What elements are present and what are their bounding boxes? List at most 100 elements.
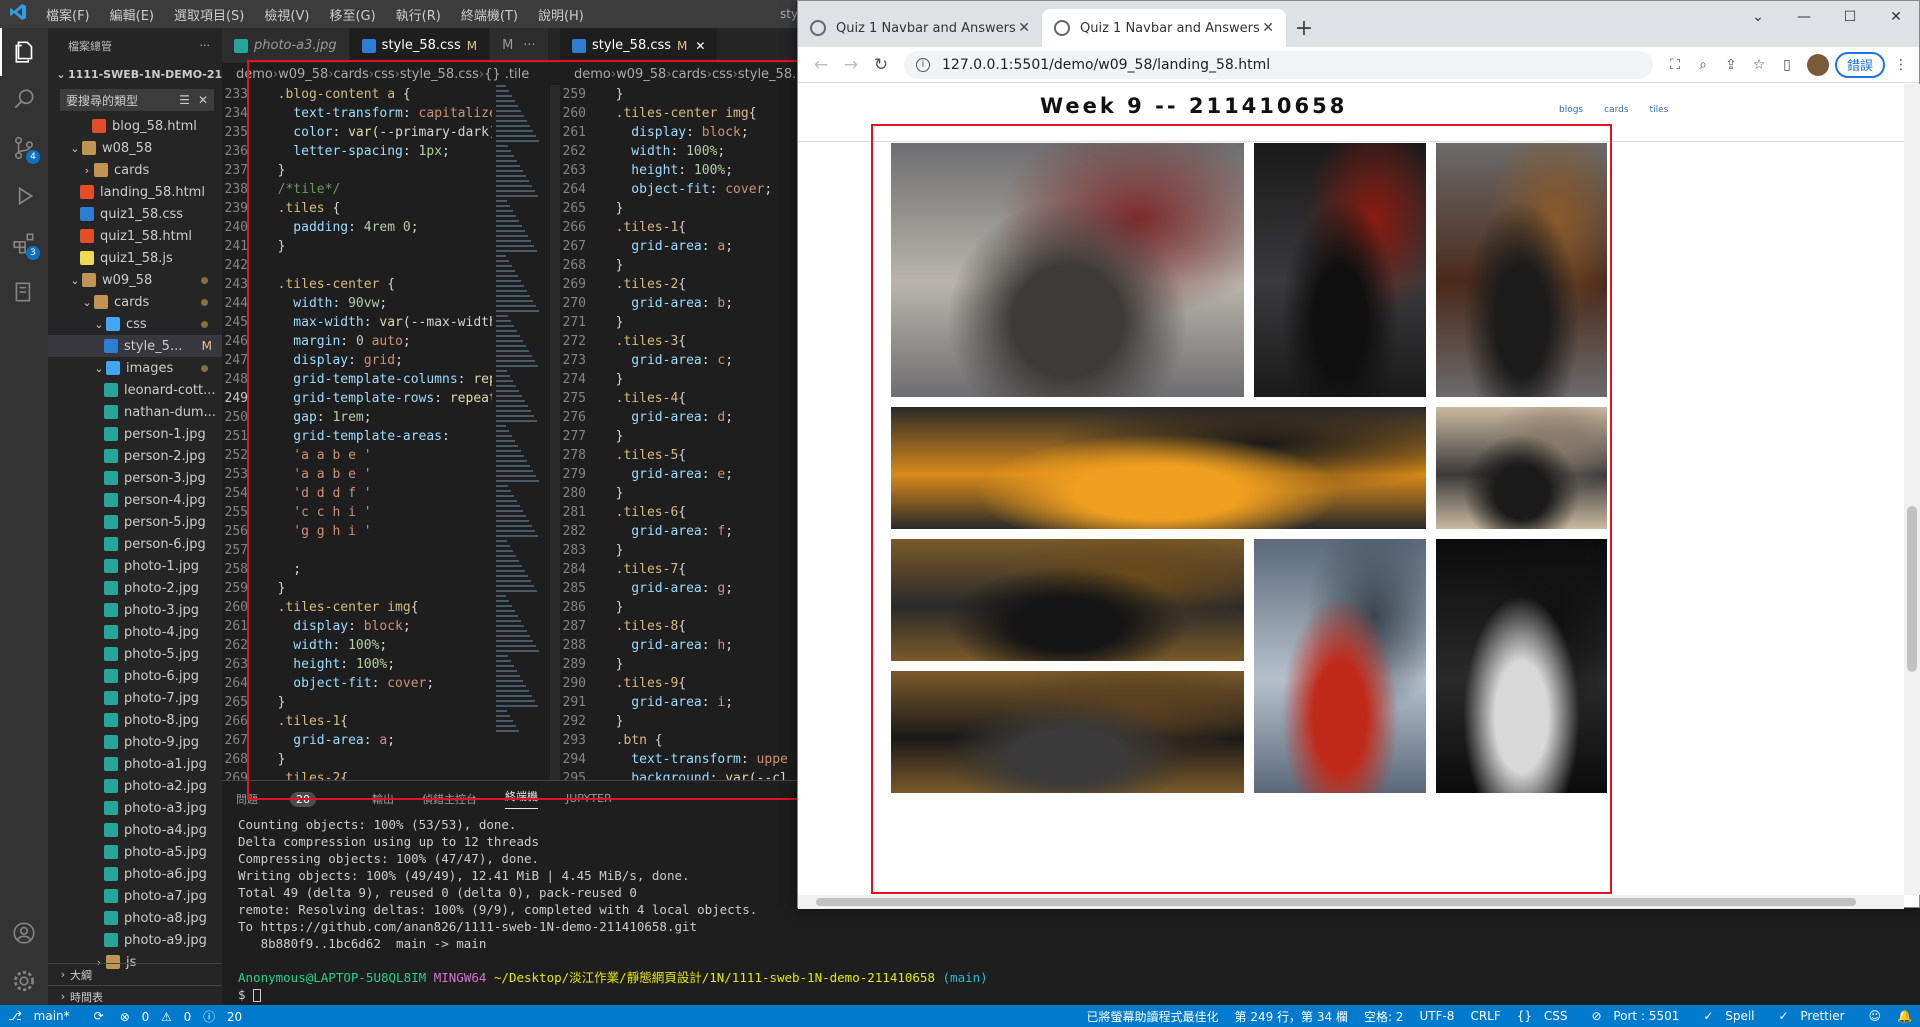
breadcrumb-segment[interactable]: demo <box>236 67 273 82</box>
filter-box[interactable]: 要搜尋的類型 ☰ ✕ <box>60 89 214 111</box>
sidebar-item-nathan-dum[interactable]: nathan-dum... <box>48 401 222 423</box>
scrollbar-left[interactable] <box>550 85 560 780</box>
spell-check[interactable]: ✓ Spell <box>1695 1009 1770 1023</box>
sidebar-item-quiz1-58-html[interactable]: quiz1_58.html <box>48 225 222 247</box>
code-editor-right[interactable]: 259 } 260 .tiles-center img{261 display: … <box>560 85 800 780</box>
encoding[interactable]: UTF-8 <box>1411 1009 1462 1023</box>
scroll-thumb[interactable] <box>1907 506 1917 672</box>
settings-gear-icon[interactable] <box>0 957 48 1005</box>
sidebar-item-cards[interactable]: › cards <box>48 159 222 181</box>
project-folder[interactable]: ⌄ 1111-SWEB-1N-DEMO-211... <box>48 63 222 85</box>
sync-icon[interactable]: ⟳ <box>86 1009 112 1023</box>
sidebar-item-photo-8-jpg[interactable]: photo-8.jpg <box>48 709 222 731</box>
tab-output[interactable]: 輸出 <box>372 791 394 807</box>
sidebar-item-photo-1-jpg[interactable]: photo-1.jpg <box>48 555 222 577</box>
sidebar-item-photo-a3-jpg[interactable]: photo-a3.jpg <box>48 797 222 819</box>
more-actions-icon[interactable]: ··· <box>523 38 535 53</box>
sidebar-item-photo-2-jpg[interactable]: photo-2.jpg <box>48 577 222 599</box>
tab-terminal[interactable]: 終端機 <box>505 788 538 809</box>
indentation[interactable]: 空格: 2 <box>1356 1008 1412 1025</box>
forward-arrow-icon[interactable]: → <box>836 50 866 80</box>
feedback-icon[interactable]: ☺ <box>1861 1009 1890 1023</box>
sidebar-item-person-3-jpg[interactable]: person-3.jpg <box>48 467 222 489</box>
page-horizontal-scrollbar[interactable] <box>798 895 1904 909</box>
profile-avatar[interactable] <box>1806 53 1829 76</box>
sidebar-item-landing-58-html[interactable]: landing_58.html <box>48 181 222 203</box>
tab-debug-console[interactable]: 偵錯主控台 <box>422 791 477 807</box>
close-icon[interactable]: ✕ <box>198 93 208 107</box>
close-window-icon[interactable]: ✕ <box>1873 1 1919 33</box>
sidebar-item-photo-6-jpg[interactable]: photo-6.jpg <box>48 665 222 687</box>
sidebar-item-photo-7-jpg[interactable]: photo-7.jpg <box>48 687 222 709</box>
screen-reader-status[interactable]: 已將螢幕助讀程式最佳化 <box>1079 1008 1227 1025</box>
tab-style-css-right[interactable]: style_58.css M ✕ <box>560 28 719 63</box>
tab-style-css[interactable]: style_58.css M <box>349 28 491 63</box>
prettier-status[interactable]: ✓ Prettier <box>1771 1009 1861 1023</box>
sidebar-item-person-2-jpg[interactable]: person-2.jpg <box>48 445 222 467</box>
menu-selection[interactable]: 選取項目(S) <box>164 5 254 24</box>
menu-run[interactable]: 執行(R) <box>386 5 451 24</box>
code-editor-left[interactable]: 233 .blog-content a {234 text-transform:… <box>222 85 492 780</box>
nav-link-blogs[interactable]: blogs <box>1559 105 1583 115</box>
close-tab-icon[interactable]: ✕ <box>1262 20 1274 36</box>
menu-go[interactable]: 移至(G) <box>319 5 385 24</box>
breadcrumb-segment[interactable]: style_58.css <box>738 67 800 82</box>
back-arrow-icon[interactable]: ← <box>806 50 836 80</box>
zoom-icon[interactable]: ⌕ <box>1689 57 1717 73</box>
browser-tab-2[interactable]: Quiz 1 Navbar and Answers ✕ <box>1042 9 1286 47</box>
url-text[interactable]: 127.0.0.1:5501/demo/w09_58/landing_58.ht… <box>942 57 1270 73</box>
branch-indicator[interactable]: ⎇ main* <box>0 1009 86 1023</box>
menu-kebab-icon[interactable]: ⋮ <box>1891 57 1911 73</box>
browser-tab-1[interactable]: Quiz 1 Navbar and Answers ✕ <box>798 9 1042 47</box>
menu-help[interactable]: 說明(H) <box>528 5 594 24</box>
tab-photo-a3[interactable]: photo-a3.jpg <box>222 28 350 63</box>
explorer-icon[interactable] <box>0 28 48 76</box>
sidebar-item-photo-a1-jpg[interactable]: photo-a1.jpg <box>48 753 222 775</box>
sidebar-item-cards[interactable]: ⌄ cards <box>48 291 222 313</box>
line-ending[interactable]: CRLF <box>1462 1009 1508 1023</box>
breadcrumb-segment[interactable]: w09_58 <box>278 67 328 82</box>
breadcrumb-segment[interactable]: cards <box>334 67 369 82</box>
sidebar-item-photo-a7-jpg[interactable]: photo-a7.jpg <box>48 885 222 907</box>
run-debug-icon[interactable] <box>0 172 48 220</box>
address-bar[interactable]: i 127.0.0.1:5501/demo/w09_58/landing_58.… <box>904 50 1653 79</box>
sidebar-item-w08-58[interactable]: ⌄ w08_58 <box>48 137 222 159</box>
terminal-input-line[interactable]: $ <box>238 986 1920 1003</box>
sidebar-item-person-4-jpg[interactable]: person-4.jpg <box>48 489 222 511</box>
outline-section[interactable]: › 大綱 <box>48 963 222 985</box>
breadcrumb-segment[interactable]: css <box>374 67 395 82</box>
tab-overflow[interactable]: M ··· <box>490 28 549 63</box>
sidebar-item-person-5-jpg[interactable]: person-5.jpg <box>48 511 222 533</box>
breadcrumb-segment[interactable]: demo <box>574 67 611 82</box>
sidebar-item-images[interactable]: ⌄ images <box>48 357 222 379</box>
cursor-position[interactable]: 第 249 行，第 34 欄 <box>1227 1008 1356 1025</box>
breadcrumb-segment[interactable]: css <box>712 67 733 82</box>
translate-icon[interactable]: ⛶ <box>1661 57 1689 73</box>
source-control-icon[interactable]: 4 <box>0 124 48 172</box>
tab-jupyter[interactable]: JUPYTER <box>566 792 612 805</box>
sidebar-item-photo-4-jpg[interactable]: photo-4.jpg <box>48 621 222 643</box>
remote-explorer-icon[interactable] <box>0 268 48 316</box>
sidebar-item-photo-a8-jpg[interactable]: photo-a8.jpg <box>48 907 222 929</box>
nav-link-tiles[interactable]: tiles <box>1650 105 1669 115</box>
breadcrumb-segment[interactable]: cards <box>672 67 707 82</box>
close-tab-icon[interactable]: ✕ <box>1018 20 1030 36</box>
menu-edit[interactable]: 編輯(E) <box>100 5 164 24</box>
tab-problems[interactable]: 問題 20 <box>236 791 344 807</box>
menu-terminal[interactable]: 終端機(T) <box>451 5 528 24</box>
sidebar-item-photo-a4-jpg[interactable]: photo-a4.jpg <box>48 819 222 841</box>
sidebar-item-css[interactable]: ⌄ css <box>48 313 222 335</box>
breadcrumb-segment[interactable]: w09_58 <box>616 67 666 82</box>
account-icon[interactable] <box>0 909 48 957</box>
new-tab-button[interactable]: + <box>1286 9 1322 47</box>
filter-list-icon[interactable]: ☰ <box>179 93 190 107</box>
sidebar-item-photo-9-jpg[interactable]: photo-9.jpg <box>48 731 222 753</box>
reload-icon[interactable]: ↻ <box>866 50 896 80</box>
sidebar-item-quiz1-58-css[interactable]: quiz1_58.css <box>48 203 222 225</box>
maximize-icon[interactable]: ☐ <box>1827 1 1873 33</box>
more-actions-icon[interactable]: ··· <box>200 39 211 52</box>
site-info-icon[interactable]: i <box>916 57 930 72</box>
menu-file[interactable]: 檔案(F) <box>36 5 100 24</box>
menu-view[interactable]: 檢視(V) <box>254 5 319 24</box>
scroll-thumb[interactable] <box>816 898 1856 906</box>
